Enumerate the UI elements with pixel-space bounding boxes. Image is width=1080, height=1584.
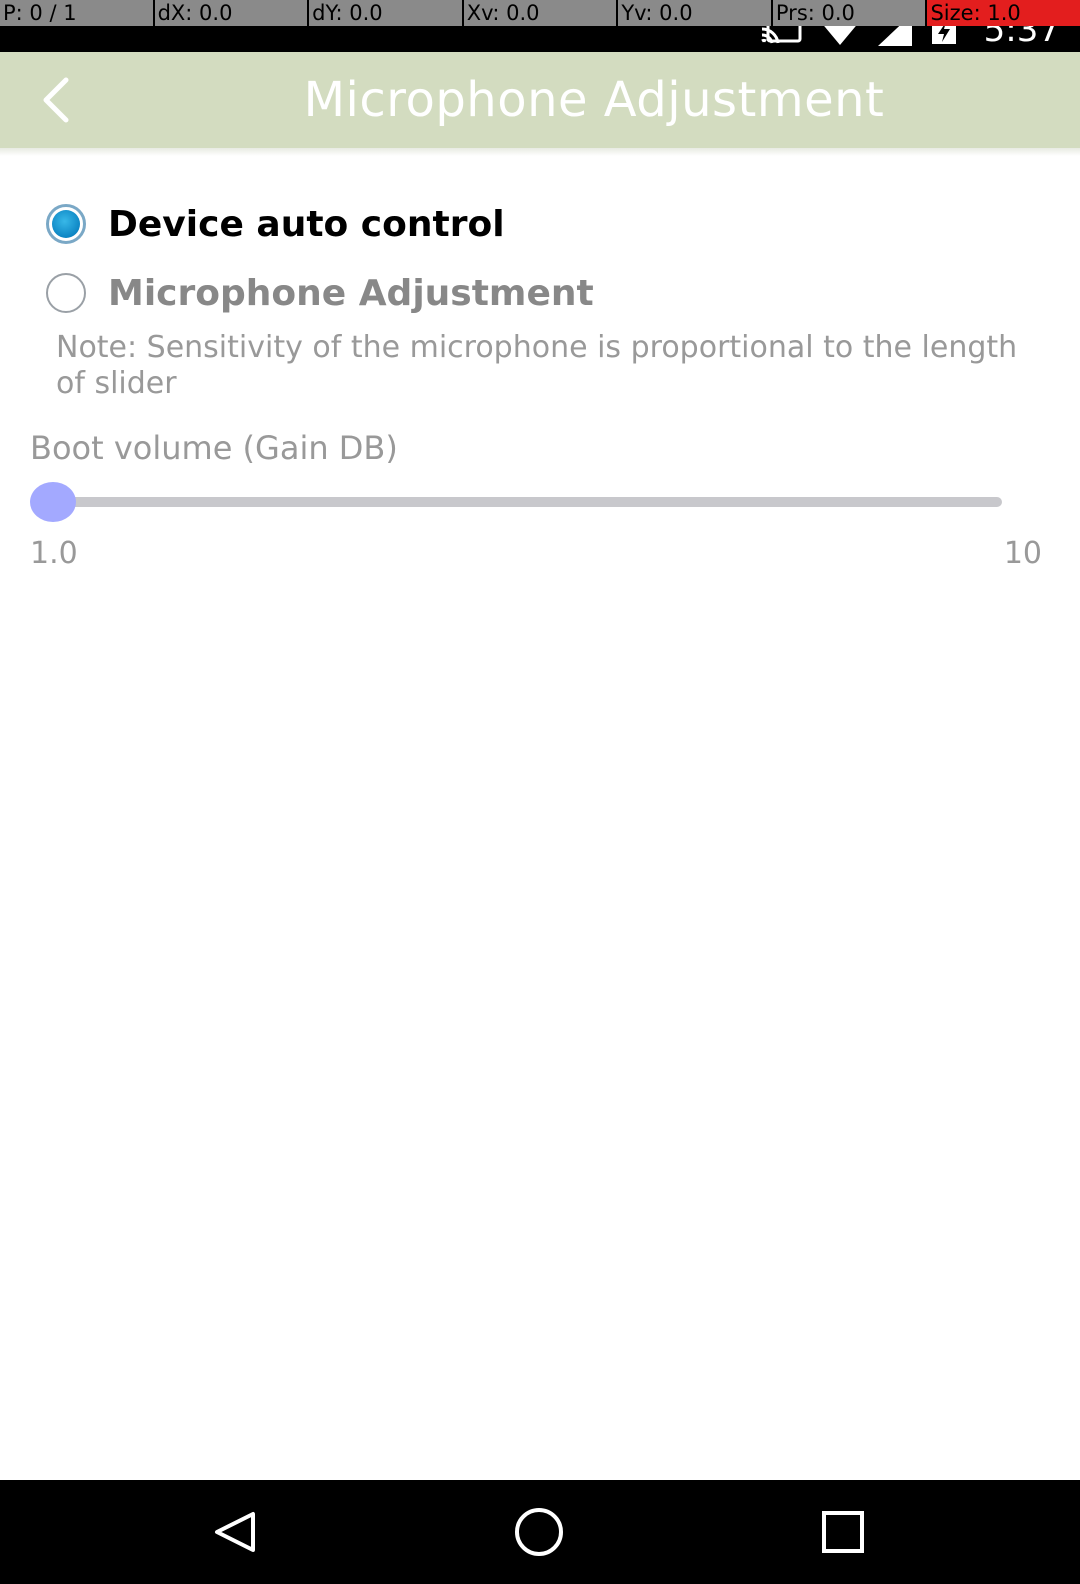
debug-prs: Prs: 0.0 [772, 0, 928, 26]
debug-yv: Yv: 0.0 [618, 0, 773, 26]
gain-label: Boot volume (Gain DB) [30, 429, 398, 467]
radio-unchecked-icon [46, 273, 86, 313]
nav-home-button[interactable] [494, 1502, 584, 1562]
slider-track [50, 497, 1002, 507]
debug-dx: dX: 0.0 [154, 0, 310, 26]
back-triangle-icon [215, 1512, 255, 1552]
debug-pointer: P: 0 / 1 [0, 0, 155, 26]
radio-dot [52, 210, 80, 238]
radio-checked-icon [46, 204, 86, 244]
navigation-bar [0, 1480, 1080, 1584]
debug-xv: Xv: 0.0 [463, 0, 619, 26]
home-circle-icon [515, 1508, 563, 1556]
chevron-left-icon [43, 77, 69, 123]
back-button[interactable] [0, 52, 112, 148]
nav-recents-button[interactable] [798, 1502, 888, 1562]
page-title: Microphone Adjustment [303, 72, 885, 128]
radio-label-microphone: Microphone Adjustment [108, 272, 594, 314]
debug-overlay: P: 0 / 1 dX: 0.0 dY: 0.0 Xv: 0.0 Yv: 0.0… [0, 0, 1080, 26]
app-bar: Microphone Adjustment [0, 52, 1080, 148]
nav-back-button[interactable] [190, 1502, 280, 1562]
debug-dy: dY: 0.0 [309, 0, 464, 26]
slider-thumb[interactable] [30, 482, 76, 522]
radio-device-auto-control[interactable]: Device auto control [30, 196, 505, 252]
recents-square-icon [822, 1511, 864, 1553]
slider-min-label: 1.0 [30, 536, 78, 571]
slider-max-label: 10 [1003, 536, 1042, 571]
sensitivity-note: Note: Sensitivity of the microphone is p… [56, 330, 1018, 401]
radio-label-auto: Device auto control [108, 203, 505, 245]
status-bar: 5:37 P: 0 / 1 dX: 0.0 dY: 0.0 Xv: 0.0 Yv… [0, 0, 1080, 52]
radio-microphone-adjustment[interactable]: Microphone Adjustment [30, 265, 594, 321]
app-bar-shadow [0, 148, 1080, 156]
debug-size: Size: 1.0 [927, 0, 1080, 26]
gain-slider[interactable] [30, 482, 1040, 522]
